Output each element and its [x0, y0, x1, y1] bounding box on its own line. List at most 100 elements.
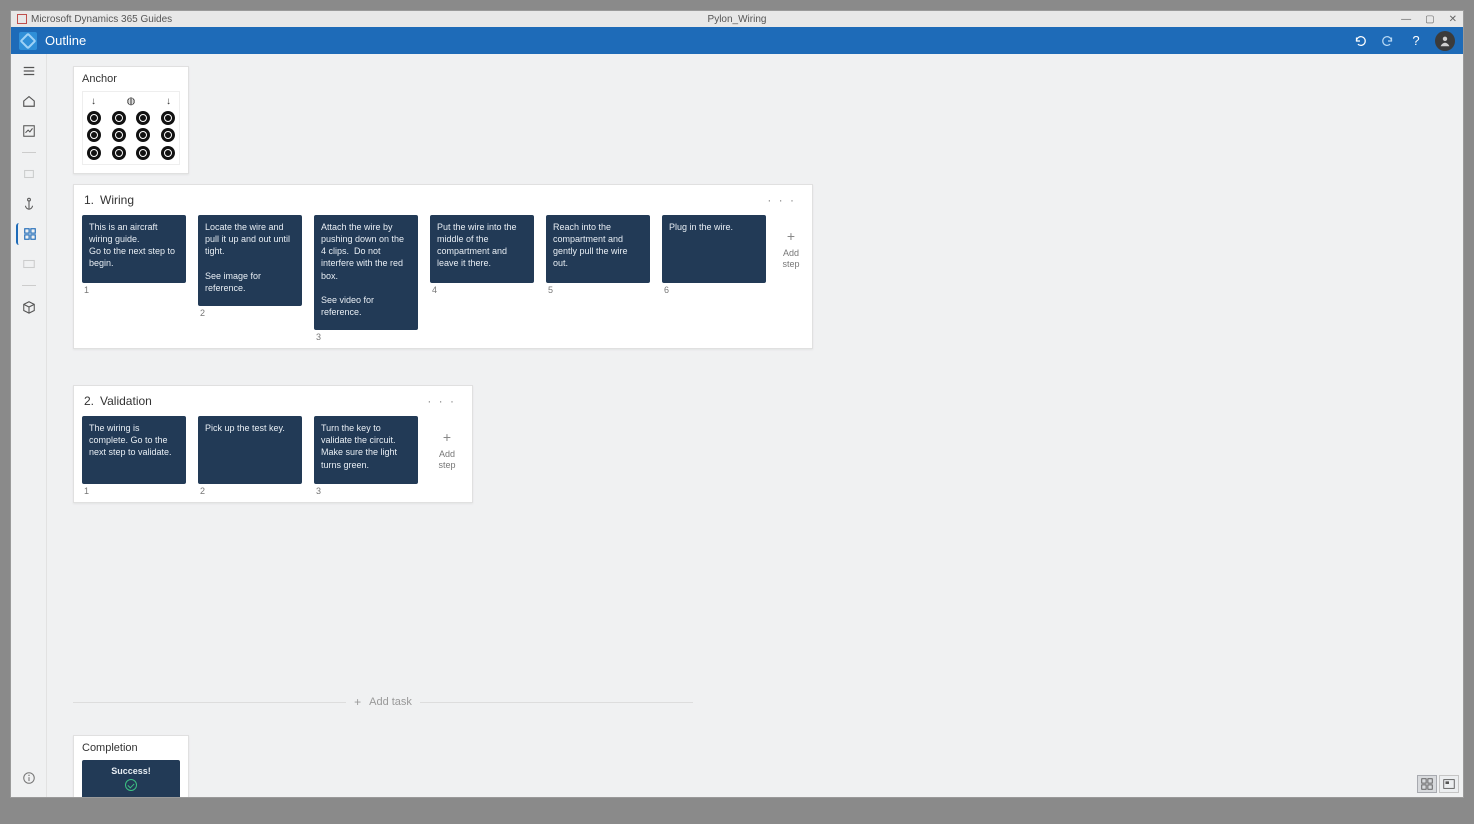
app-logo-icon [19, 32, 37, 50]
anchor-card[interactable]: Anchor ↓ ◍ ↓ [73, 66, 189, 174]
step-text: Turn the key to validate the circuit. Ma… [321, 422, 411, 471]
step-icon [22, 257, 36, 271]
person-icon [1438, 34, 1452, 48]
info-icon [22, 771, 36, 785]
task-more-button[interactable]: · · · [763, 193, 800, 207]
step-text: Reach into the compartment and gently pu… [553, 221, 643, 270]
step-number: 2 [198, 486, 302, 496]
redo-button[interactable] [1379, 32, 1397, 50]
page-title: Outline [45, 33, 86, 48]
task-more-button[interactable]: · · · [423, 394, 460, 408]
anchor-arrow-icon: ↓ [166, 96, 171, 107]
add-step-label: Add step [430, 449, 464, 471]
plus-icon: + [443, 429, 451, 445]
nav-outline[interactable] [16, 223, 40, 245]
step-card[interactable]: Pick up the test key. [198, 416, 302, 484]
undo-icon [1353, 34, 1367, 48]
completion-title: Success! [89, 766, 173, 776]
undo-button[interactable] [1351, 32, 1369, 50]
nav-toolbox[interactable] [17, 296, 41, 318]
step-number: 1 [82, 285, 186, 295]
help-button[interactable]: ? [1407, 32, 1425, 50]
grid-view-button[interactable] [1417, 775, 1437, 793]
step-card[interactable]: Locate the wire and pull it up and out u… [198, 215, 302, 306]
task-name[interactable]: Validation [100, 394, 152, 408]
maximize-button[interactable]: ▢ [1425, 14, 1434, 25]
nav-menu-button[interactable] [17, 60, 41, 82]
step-text: Attach the wire by pushing down on the 4… [321, 221, 411, 318]
nav-step[interactable] [17, 253, 41, 275]
add-step-button[interactable]: + Add step [430, 416, 464, 484]
rect-icon [22, 167, 36, 181]
step-card[interactable]: Attach the wire by pushing down on the 4… [314, 215, 418, 330]
plus-icon: + [787, 228, 795, 244]
step-number: 6 [662, 285, 766, 295]
redo-icon [1381, 34, 1395, 48]
rail-divider [22, 285, 36, 286]
step-number: 4 [430, 285, 534, 295]
minimize-button[interactable]: — [1401, 14, 1411, 25]
add-step-label: Add step [778, 248, 804, 270]
divider-line [420, 702, 693, 703]
card-view-button[interactable] [1439, 775, 1459, 793]
left-nav-rail [11, 54, 47, 797]
outline-canvas: Anchor ↓ ◍ ↓ 1. Wiring · · · [47, 54, 1463, 797]
step-text: Locate the wire and pull it up and out u… [205, 221, 295, 294]
task-name[interactable]: Wiring [100, 193, 134, 207]
step-number: 3 [314, 332, 418, 342]
checkmark-icon [125, 779, 137, 791]
package-icon [22, 300, 36, 314]
globe-icon: ◍ [127, 96, 136, 107]
nav-info[interactable] [17, 767, 41, 789]
home-icon [22, 94, 36, 108]
step-card[interactable]: Turn the key to validate the circuit. Ma… [314, 416, 418, 484]
app-icon [17, 14, 27, 24]
step-number: 3 [314, 486, 418, 496]
anchor-thumbnail: ↓ ◍ ↓ [82, 91, 180, 165]
step-card[interactable]: Put the wire into the middle of the comp… [430, 215, 534, 283]
nav-author[interactable] [17, 163, 41, 185]
task-number: 2. [84, 394, 94, 408]
user-avatar[interactable] [1435, 31, 1455, 51]
completion-body: Success! Congratulations! Make sure to p… [82, 760, 180, 797]
step-text: Plug in the wire. [669, 221, 759, 233]
card-icon [1442, 777, 1456, 791]
app-name: Microsoft Dynamics 365 Guides [31, 14, 172, 25]
grid-icon [23, 227, 37, 241]
task-number: 1. [84, 193, 94, 207]
step-card[interactable]: Reach into the compartment and gently pu… [546, 215, 650, 283]
step-number: 5 [546, 285, 650, 295]
app-header: Outline ? [11, 27, 1463, 54]
rail-divider [22, 152, 36, 153]
anchor-label: Anchor [82, 73, 180, 85]
window-titlebar: Microsoft Dynamics 365 Guides Pylon_Wiri… [11, 11, 1463, 27]
plus-icon: + [354, 695, 361, 709]
step-text: The wiring is complete. Go to the next s… [89, 422, 179, 458]
step-card[interactable]: This is an aircraft wiring guide. Go to … [82, 215, 186, 283]
step-number: 1 [82, 486, 186, 496]
close-button[interactable]: ✕ [1449, 14, 1457, 25]
step-text: This is an aircraft wiring guide. Go to … [89, 221, 179, 270]
anchor-icon [22, 197, 36, 211]
task-panel-validation: 2. Validation · · · The wiring is comple… [73, 385, 473, 503]
task-panel-wiring: 1. Wiring · · · This is an aircraft wiri… [73, 184, 813, 349]
anchor-arrow-icon: ↓ [91, 96, 96, 107]
step-text: Put the wire into the middle of the comp… [437, 221, 527, 270]
nav-home[interactable] [17, 90, 41, 112]
nav-anchor[interactable] [17, 193, 41, 215]
step-card[interactable]: Plug in the wire. [662, 215, 766, 283]
step-card[interactable]: The wiring is complete. Go to the next s… [82, 416, 186, 484]
add-task-button[interactable]: + Add task [73, 695, 693, 709]
add-step-button[interactable]: + Add step [778, 215, 804, 283]
view-mode-switch [1417, 775, 1459, 793]
app-window: Microsoft Dynamics 365 Guides Pylon_Wiri… [10, 10, 1464, 798]
hamburger-icon [22, 64, 36, 78]
completion-card[interactable]: Completion Success! Congratulations! Mak… [73, 735, 189, 797]
document-name: Pylon_Wiring [708, 14, 767, 25]
divider-line [73, 702, 346, 703]
step-text: Pick up the test key. [205, 422, 295, 434]
add-task-label: Add task [369, 696, 412, 708]
chart-icon [22, 124, 36, 138]
nav-analyze[interactable] [17, 120, 41, 142]
completion-label: Completion [82, 742, 180, 754]
